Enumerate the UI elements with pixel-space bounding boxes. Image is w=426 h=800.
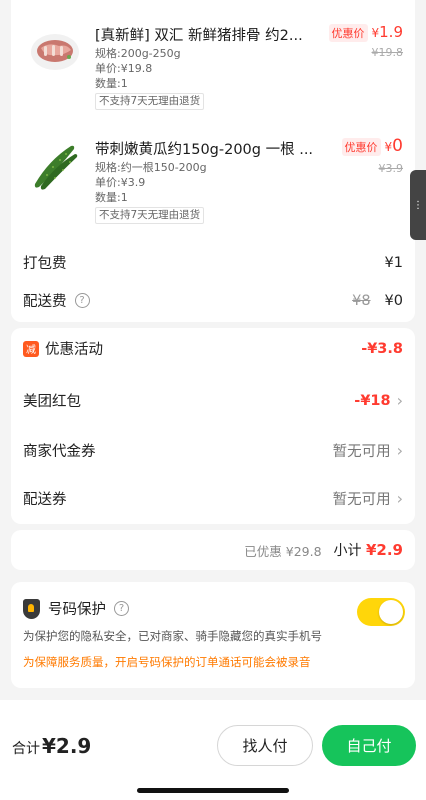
pork-ribs-image[interactable]	[29, 24, 81, 76]
subtotal-bar: 已优惠 ¥29.8 小计 ¥2.9	[11, 530, 415, 570]
shield-lock-icon	[23, 598, 40, 619]
product-quantity: 数量:1	[95, 77, 128, 90]
no-return-tag: 不支持7天无理由退货	[95, 93, 205, 110]
promo-label: 优惠价	[341, 138, 381, 156]
product-title[interactable]: 带刺嫩黄瓜约150g-200g 一根 ...	[95, 138, 313, 159]
number-protection-toggle[interactable]	[357, 598, 405, 626]
discounts-card: 减优惠活动 -¥3.8 美团红包 -¥18 › 商家代金券 暂无可用 › 配送券 暂…	[11, 328, 415, 524]
order-total: 合计 ¥2.9	[12, 734, 91, 758]
delivery-coupon-row[interactable]: 配送券 暂无可用 ›	[23, 488, 403, 509]
side-handle[interactable]: ⋮	[410, 170, 426, 240]
no-return-tag: 不支持7天无理由退货	[95, 207, 205, 224]
number-protection-description: 为保护您的隐私安全，已对商家、骑手隐藏您的真实手机号	[23, 629, 322, 643]
total-label: 合计	[12, 741, 40, 757]
promo-price: 优惠价 ¥0	[341, 136, 403, 156]
order-items-card: [真新鲜] 双汇 新鲜猪排骨 约2... 规格:200g-250g 单价:¥19…	[11, 0, 415, 322]
chevron-right-icon: ›	[396, 441, 403, 460]
total-value: ¥2.9	[42, 734, 92, 758]
red-packet-label: 美团红包	[23, 394, 81, 410]
activity-row[interactable]: 减优惠活动 -¥3.8	[23, 338, 403, 359]
subtotal-value: ¥2.9	[365, 541, 403, 559]
home-indicator[interactable]	[137, 788, 289, 793]
packing-fee-row: 打包费 ¥1	[23, 252, 403, 273]
promo-price-value: ¥0	[384, 136, 403, 156]
original-price: ¥19.8	[371, 46, 404, 59]
packing-fee-value: ¥1	[384, 254, 403, 271]
find-someone-pay-button[interactable]: 找人付	[217, 725, 313, 766]
help-icon[interactable]: ?	[74, 293, 90, 308]
delivery-fee-value: ¥0	[384, 292, 403, 309]
subtotal: 小计 ¥2.9	[334, 540, 403, 560]
cucumber-image[interactable]	[29, 140, 81, 192]
delivery-fee-row: 配送费 ? ¥8 ¥0	[23, 290, 403, 311]
pay-myself-button[interactable]: 自己付	[322, 725, 416, 766]
help-icon[interactable]: ?	[114, 601, 129, 616]
payment-footer: 合计 ¥2.9 找人付 自己付	[0, 700, 426, 800]
promo-price: 优惠价 ¥1.9	[328, 23, 404, 42]
delivery-coupon-value: 暂无可用	[332, 492, 391, 508]
subtotal-label: 小计	[333, 543, 362, 559]
discount-badge-icon: 减	[23, 340, 39, 357]
product-spec: 规格:约一根150-200g	[95, 161, 207, 174]
delivery-fee-label: 配送费	[23, 294, 67, 310]
number-protection-title: 号码保护	[48, 602, 106, 618]
chevron-right-icon: ›	[396, 489, 403, 508]
merchant-voucher-value: 暂无可用	[332, 444, 391, 460]
activity-value: -¥3.8	[361, 340, 403, 357]
promo-label: 优惠价	[328, 24, 368, 42]
product-title[interactable]: [真新鲜] 双汇 新鲜猪排骨 约2...	[95, 24, 313, 45]
activity-label: 优惠活动	[45, 342, 103, 358]
delivery-coupon-label: 配送券	[23, 492, 67, 508]
delivery-fee-original: ¥8	[352, 292, 371, 309]
original-price: ¥3.9	[378, 162, 404, 175]
merchant-voucher-label: 商家代金券	[23, 444, 96, 460]
merchant-voucher-row[interactable]: 商家代金券 暂无可用 ›	[23, 440, 403, 461]
product-unit-price: 单价:¥3.9	[95, 176, 146, 189]
red-packet-row[interactable]: 美团红包 -¥18 ›	[23, 390, 403, 411]
product-quantity: 数量:1	[95, 191, 128, 204]
toggle-knob	[379, 600, 403, 624]
chevron-right-icon: ›	[396, 391, 403, 410]
promo-price-value: ¥1.9	[371, 23, 404, 41]
packing-fee-label: 打包费	[23, 256, 67, 272]
red-packet-value: -¥18	[354, 392, 391, 409]
product-spec: 规格:200g-250g	[95, 47, 181, 60]
discount-summary: 已优惠 ¥29.8	[244, 543, 322, 559]
number-protection-card: 号码保护 ? 为保护您的隐私安全，已对商家、骑手隐藏您的真实手机号 为保障服务质…	[11, 582, 415, 688]
recording-warning: 为保障服务质量，开启号码保护的订单通话可能会被录音	[23, 655, 311, 669]
product-unit-price: 单价:¥19.8	[95, 62, 153, 75]
